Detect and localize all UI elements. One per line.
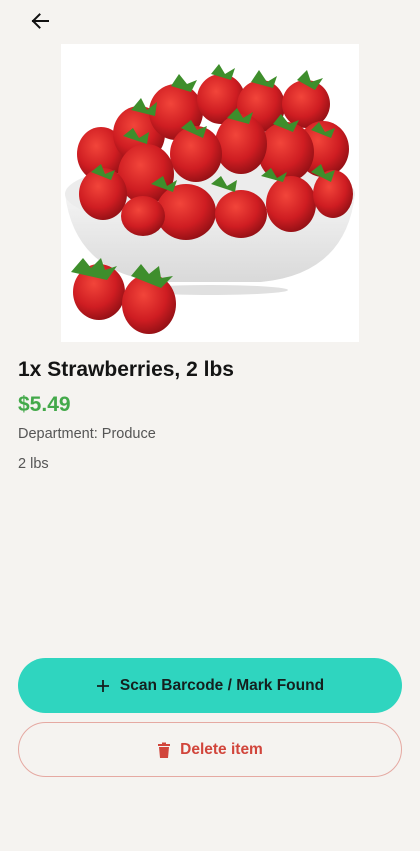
product-title: 1x Strawberries, 2 lbs: [18, 358, 234, 381]
delete-item-button[interactable]: Delete item: [18, 722, 402, 777]
product-image: [61, 44, 359, 342]
scan-barcode-button[interactable]: Scan Barcode / Mark Found: [18, 658, 402, 713]
arrow-left-icon: [30, 12, 50, 35]
department-label: Department:: [18, 426, 98, 442]
trash-icon: [157, 742, 171, 758]
department-info: Department: Produce: [18, 426, 156, 442]
scan-barcode-label: Scan Barcode / Mark Found: [119, 676, 325, 694]
product-price: $5.49: [18, 393, 71, 416]
product-size: 2 lbs: [18, 456, 49, 472]
delete-item-label: Delete item: [180, 740, 263, 758]
department-value: Produce: [101, 426, 156, 442]
plus-icon: [96, 679, 110, 693]
back-button[interactable]: [24, 8, 56, 38]
